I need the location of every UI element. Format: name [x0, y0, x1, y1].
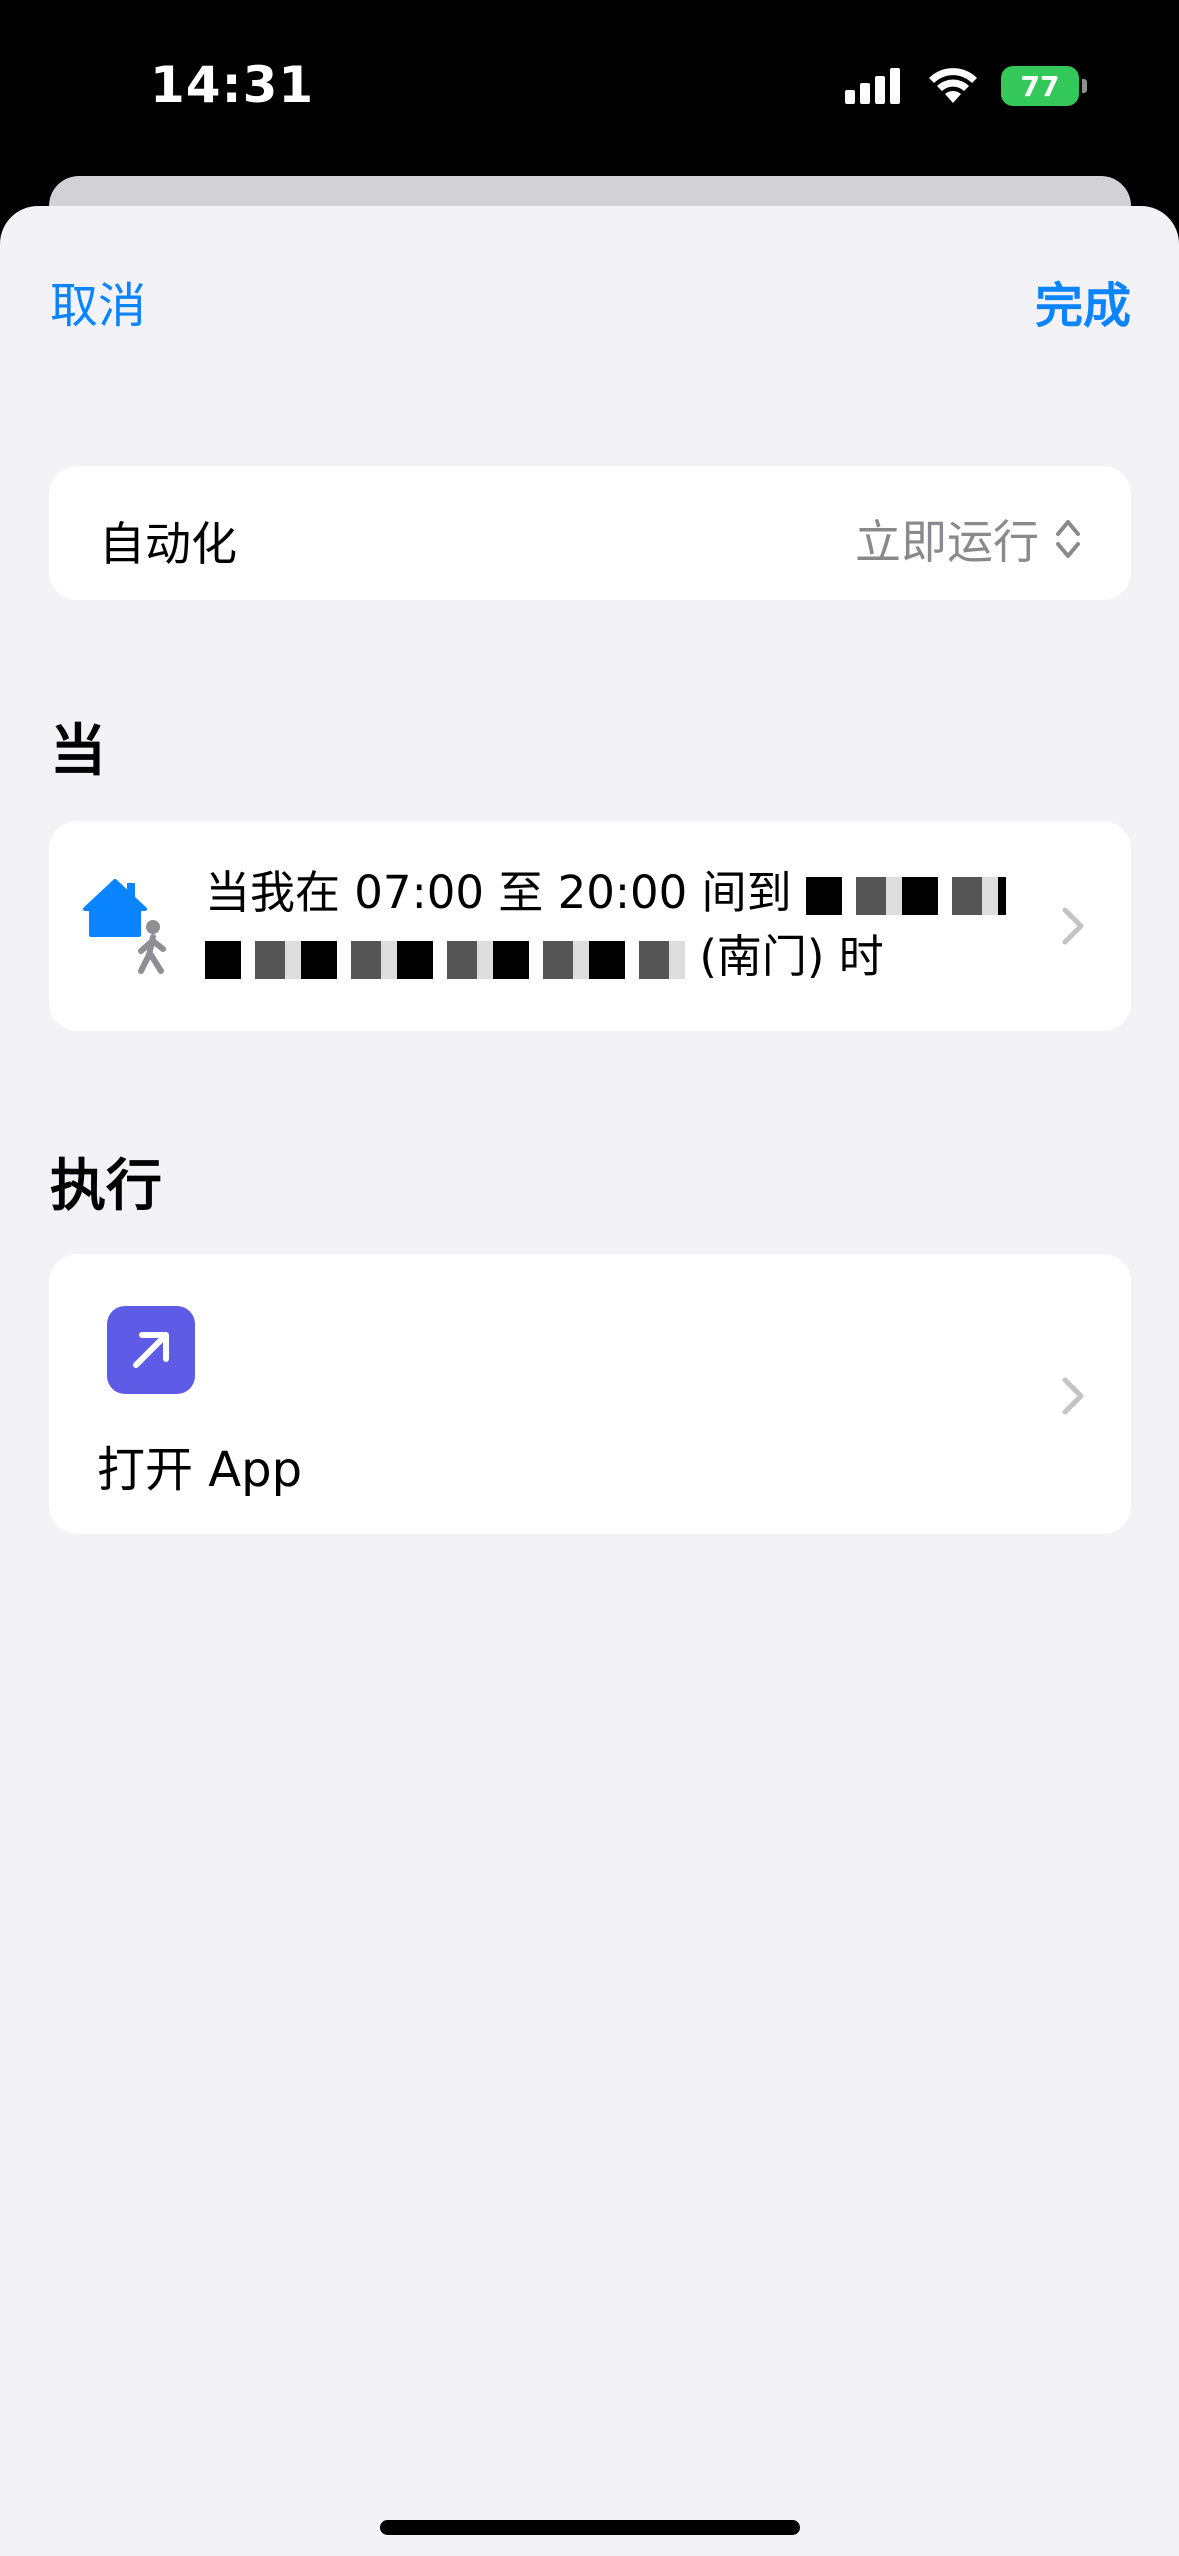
trigger-text-start: 当我在 07:00 至 20:00 间到: [205, 866, 792, 919]
done-button[interactable]: 完成: [1035, 266, 1131, 336]
status-bar: 14:31 77: [0, 0, 1179, 175]
action-row[interactable]: 打开 App: [49, 1254, 1131, 1534]
wifi-icon: [929, 68, 977, 103]
battery-level: 77: [1020, 69, 1060, 103]
trigger-text-end: (南门) 时: [699, 930, 884, 983]
automation-mode-row[interactable]: 自动化 立即运行: [49, 466, 1131, 600]
when-section-title: 当: [50, 719, 106, 784]
trigger-row[interactable]: 当我在 07:00 至 20:00 间到 (南门) 时: [49, 821, 1131, 1031]
status-icons: 77: [845, 66, 1087, 106]
chevron-right-icon: [1062, 1377, 1084, 1415]
automation-mode-label: 自动化: [99, 517, 237, 571]
open-app-icon: [107, 1306, 195, 1394]
automation-mode-value: 立即运行: [855, 515, 1039, 569]
battery-icon: 77: [1001, 66, 1087, 106]
do-section-title: 执行: [50, 1154, 162, 1219]
chevron-right-icon: [1062, 907, 1084, 945]
redacted-location: [205, 941, 685, 979]
home-indicator[interactable]: [380, 2520, 800, 2535]
trigger-description: 当我在 07:00 至 20:00 间到 (南门) 时: [205, 861, 1035, 989]
home-arrive-icon: [83, 879, 166, 974]
chevron-up-down-icon: [1055, 516, 1081, 562]
automation-mode-selector[interactable]: 立即运行: [855, 506, 1081, 572]
cellular-signal-icon: [845, 68, 900, 104]
action-label: 打开 App: [97, 1442, 303, 1498]
automation-sheet: 取消 完成 自动化 立即运行 当 当我在 07:00 至 20:00 间到 (南…: [0, 206, 1179, 2556]
redacted-location: [805, 877, 1006, 915]
cancel-button[interactable]: 取消: [50, 266, 146, 336]
status-time: 14:31: [150, 56, 315, 114]
